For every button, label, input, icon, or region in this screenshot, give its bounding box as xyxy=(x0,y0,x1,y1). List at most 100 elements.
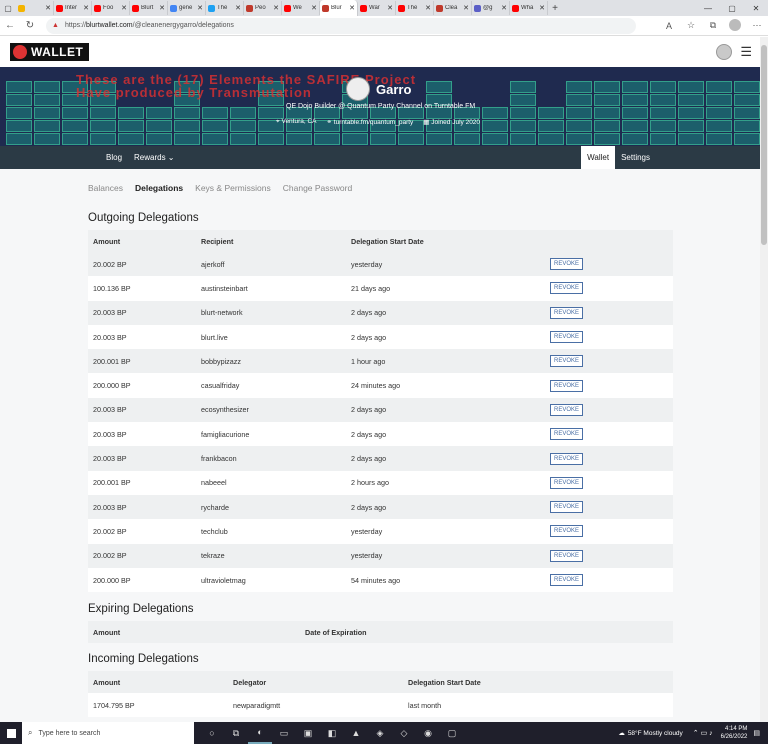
revoke-button[interactable]: REVOKE xyxy=(550,428,584,441)
delegation-recipient[interactable]: blurt-network xyxy=(201,308,351,317)
new-tab-button[interactable]: + xyxy=(548,3,562,14)
browser-tab[interactable]: gene ✕ xyxy=(168,1,206,15)
task-view-icon[interactable]: ⧉ xyxy=(224,722,248,744)
revoke-button[interactable]: REVOKE xyxy=(550,525,584,538)
browser-tab[interactable]: Clea ✕ xyxy=(434,1,472,15)
tab-close-icon[interactable]: ✕ xyxy=(311,4,317,12)
app-icon-3[interactable]: ◉ xyxy=(416,722,440,744)
revoke-button[interactable]: REVOKE xyxy=(550,355,584,368)
minimize-icon[interactable]: — xyxy=(696,4,720,13)
revoke-button[interactable]: REVOKE xyxy=(550,574,584,586)
clock[interactable]: 4:14 PM 6/26/2022 xyxy=(721,725,748,741)
nav-wallet[interactable]: Wallet xyxy=(581,146,616,169)
revoke-button[interactable]: REVOKE xyxy=(550,501,584,514)
favorite-icon[interactable]: ☆ xyxy=(680,20,702,31)
tab-close-icon[interactable]: ✕ xyxy=(539,4,545,12)
delegation-recipient[interactable]: ultravioletmag xyxy=(201,576,351,585)
url-field[interactable]: ▲ https://blurtwallet.com/@cleanenergyga… xyxy=(46,17,636,34)
edge-taskbar-icon[interactable]: ◐ xyxy=(248,722,272,744)
revoke-button[interactable]: REVOKE xyxy=(550,476,584,489)
profile-icon[interactable] xyxy=(724,18,746,33)
subtab-delegations[interactable]: Delegations xyxy=(135,183,183,193)
system-tray[interactable]: ⌃ ▭ ♪ xyxy=(693,729,713,737)
tab-close-icon[interactable]: ✕ xyxy=(159,4,165,12)
revoke-button[interactable]: REVOKE xyxy=(550,258,584,271)
maximize-icon[interactable]: ▢ xyxy=(720,4,744,13)
tab-close-icon[interactable]: ✕ xyxy=(83,4,89,12)
start-button[interactable] xyxy=(0,722,22,744)
notifications-icon[interactable]: ▤ xyxy=(753,729,760,737)
delegation-recipient[interactable]: austinsteinbart xyxy=(201,284,351,293)
subtab-change-password[interactable]: Change Password xyxy=(283,183,352,193)
browser-tab[interactable]: ✕ xyxy=(16,1,54,15)
browser-tab[interactable]: The ✕ xyxy=(206,1,244,15)
revoke-button[interactable]: REVOKE xyxy=(550,379,584,392)
delegation-recipient[interactable]: casualfriday xyxy=(201,381,351,390)
browser-tab[interactable]: Inter ✕ xyxy=(54,1,92,15)
delegation-recipient[interactable]: blurt.live xyxy=(201,333,351,342)
browser-tab[interactable]: Foo ✕ xyxy=(92,1,130,15)
delegation-recipient[interactable]: nabeeel xyxy=(201,478,351,487)
delegation-recipient[interactable]: rycharde xyxy=(201,503,351,512)
office-icon[interactable]: ◧ xyxy=(320,722,344,744)
browser-tab[interactable]: @g ✕ xyxy=(472,1,510,15)
brave-icon[interactable]: ▲ xyxy=(344,722,368,744)
read-aloud-icon[interactable]: A xyxy=(658,21,680,31)
subtab-keys[interactable]: Keys & Permissions xyxy=(195,183,271,193)
more-icon[interactable]: ⋯ xyxy=(746,20,768,31)
delegation-recipient[interactable]: bobbypizazz xyxy=(201,357,351,366)
nav-settings[interactable]: Settings xyxy=(615,153,656,162)
tab-close-icon[interactable]: ✕ xyxy=(235,4,241,12)
app-icon-4[interactable]: ▢ xyxy=(440,722,464,744)
page-scrollbar[interactable] xyxy=(760,37,768,722)
website-link[interactable]: ⚭ turntable.fm/quantum_party xyxy=(327,118,414,126)
cortana-icon[interactable]: ○ xyxy=(200,722,224,744)
app-icon-1[interactable]: ◈ xyxy=(368,722,392,744)
tab-close-icon[interactable]: ✕ xyxy=(349,4,355,12)
app-icon-2[interactable]: ◇ xyxy=(392,722,416,744)
revoke-button[interactable]: REVOKE xyxy=(550,452,584,465)
subtab-balances[interactable]: Balances xyxy=(88,183,123,193)
delegation-recipient[interactable]: famigliacurione xyxy=(201,430,351,439)
tab-close-icon[interactable]: ✕ xyxy=(501,4,507,12)
store-icon[interactable]: ▣ xyxy=(296,722,320,744)
weather-widget[interactable]: ☁ 58°F Mostly cloudy xyxy=(618,729,682,738)
revoke-button[interactable]: REVOKE xyxy=(550,549,584,562)
scrollbar-thumb[interactable] xyxy=(761,45,767,245)
nav-rewards[interactable]: Rewards ⌄ xyxy=(134,153,175,162)
delegation-recipient[interactable]: frankbacon xyxy=(201,454,351,463)
tab-close-icon[interactable]: ✕ xyxy=(463,4,469,12)
delegation-recipient[interactable]: tekraze xyxy=(201,551,351,560)
browser-tab[interactable]: Blur ✕ xyxy=(320,0,358,16)
tab-close-icon[interactable]: ✕ xyxy=(197,4,203,12)
back-icon[interactable]: ← xyxy=(0,20,20,31)
browser-tab[interactable]: War ✕ xyxy=(358,1,396,15)
window-menu-icon[interactable]: ▢ xyxy=(0,0,16,16)
revoke-button[interactable]: REVOKE xyxy=(550,282,584,295)
browser-tab[interactable]: Peo ✕ xyxy=(244,1,282,15)
nav-blog[interactable]: Blog xyxy=(106,153,122,162)
revoke-button[interactable]: REVOKE xyxy=(550,306,584,319)
tab-close-icon[interactable]: ✕ xyxy=(425,4,431,12)
delegation-recipient[interactable]: ajerkoff xyxy=(201,260,351,269)
incoming-delegator[interactable]: newparadigmtt xyxy=(233,701,408,710)
revoke-button[interactable]: REVOKE xyxy=(550,403,584,416)
user-avatar[interactable] xyxy=(716,44,733,60)
taskbar-search[interactable]: ⌕ Type here to search xyxy=(22,722,194,744)
close-window-icon[interactable]: ✕ xyxy=(744,4,768,13)
file-explorer-icon[interactable]: ▭ xyxy=(272,722,296,744)
browser-tab[interactable]: We ✕ xyxy=(282,1,320,15)
refresh-icon[interactable]: ↻ xyxy=(20,20,40,31)
not-secure-icon[interactable]: ▲ xyxy=(52,22,59,29)
tab-close-icon[interactable]: ✕ xyxy=(121,4,127,12)
wallet-logo[interactable]: WALLET xyxy=(10,43,90,61)
delegation-recipient[interactable]: ecosynthesizer xyxy=(201,405,351,414)
tab-close-icon[interactable]: ✕ xyxy=(273,4,279,12)
tab-close-icon[interactable]: ✕ xyxy=(45,4,51,12)
browser-tab[interactable]: The ✕ xyxy=(396,1,434,15)
delegation-recipient[interactable]: techclub xyxy=(201,527,351,536)
collections-icon[interactable]: ⧉ xyxy=(702,20,724,31)
browser-tab[interactable]: Blurt ✕ xyxy=(130,1,168,15)
revoke-button[interactable]: REVOKE xyxy=(550,331,584,344)
tab-close-icon[interactable]: ✕ xyxy=(387,4,393,12)
